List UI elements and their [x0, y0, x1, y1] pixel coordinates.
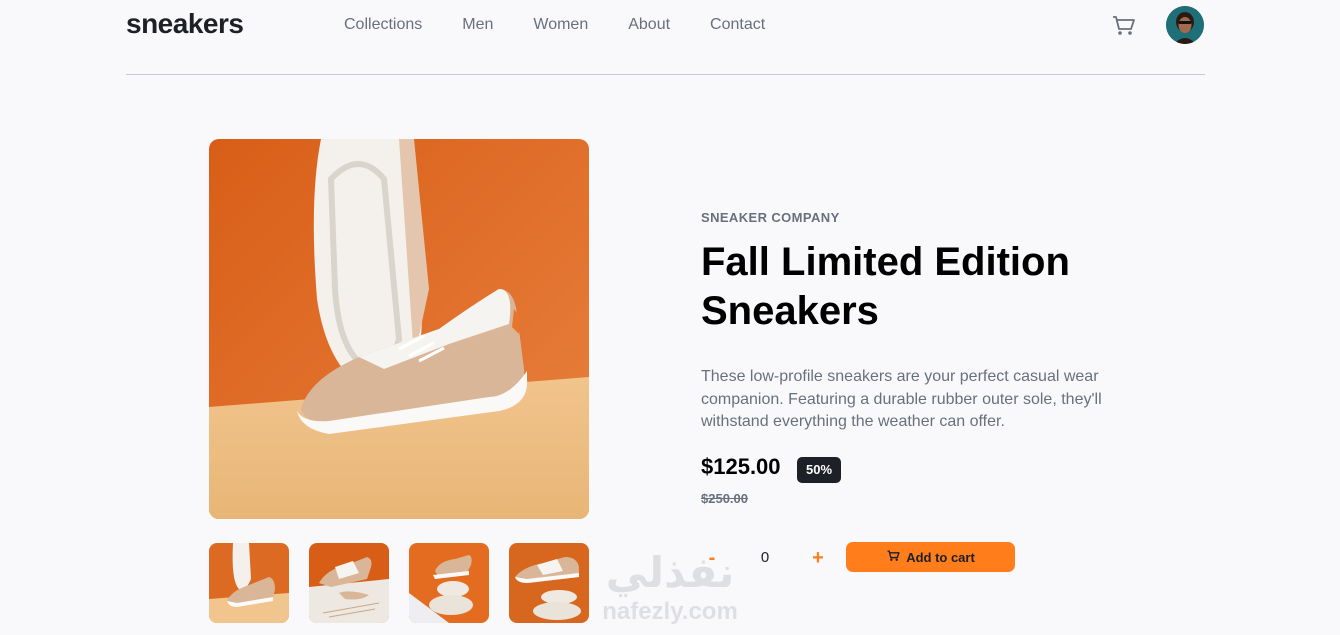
thumbnail-4[interactable] — [509, 543, 589, 623]
quantity-value: 0 — [760, 549, 770, 566]
product-main-image[interactable] — [209, 139, 589, 519]
cart-icon[interactable] — [1111, 13, 1137, 39]
add-to-cart-label: Add to cart — [906, 549, 975, 565]
discount-badge: 50% — [797, 457, 841, 483]
watermark-arabic: نفذلي — [605, 548, 735, 597]
product-title: Fall Limited Edition Sneakers — [701, 240, 1070, 333]
company-name: SNEAKER COMPANY — [701, 210, 840, 225]
nav-contact[interactable]: Contact — [710, 16, 765, 34]
user-avatar[interactable] — [1166, 6, 1204, 44]
quantity-increase-button[interactable]: + — [805, 546, 831, 570]
watermark: نفذلي nafezly.com — [590, 548, 750, 635]
original-price: $250.00 — [701, 491, 748, 506]
main-nav: Collections Men Women About Contact — [344, 16, 765, 34]
nav-men[interactable]: Men — [462, 16, 493, 34]
thumbnail-2[interactable] — [309, 543, 389, 623]
current-price: $125.00 — [701, 454, 781, 479]
quantity-decrease-button[interactable]: - — [699, 546, 725, 570]
watermark-latin: nafezly.com — [602, 598, 738, 625]
thumbnail-3[interactable] — [409, 543, 489, 623]
nav-about[interactable]: About — [628, 16, 670, 34]
nav-collections[interactable]: Collections — [344, 16, 422, 34]
add-to-cart-button[interactable]: Add to cart — [846, 542, 1015, 572]
site-header: sneakers Collections Men Women About Con… — [126, 0, 1205, 75]
nav-women[interactable]: Women — [533, 16, 588, 34]
thumbnail-list — [209, 543, 589, 623]
logo[interactable]: sneakers — [126, 8, 244, 40]
product-description: These low-profile sneakers are your perf… — [701, 368, 1102, 430]
thumbnail-1[interactable] — [209, 543, 289, 623]
cart-icon — [886, 549, 901, 566]
